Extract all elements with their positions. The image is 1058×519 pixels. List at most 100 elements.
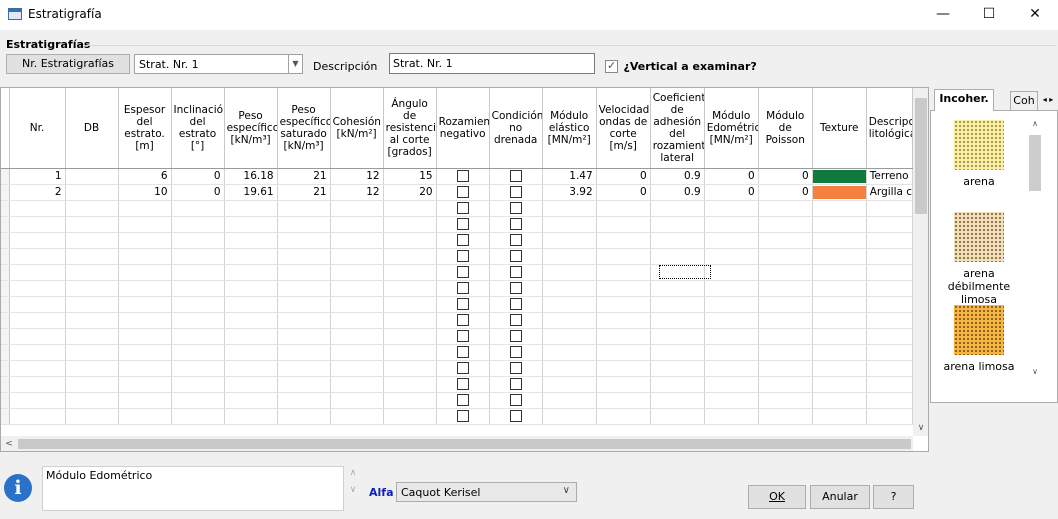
condicion-checkbox-cell[interactable]: [489, 216, 543, 233]
condicion-checkbox-cell[interactable]: [489, 168, 543, 185]
row-header[interactable]: [1, 232, 10, 249]
empty-cell[interactable]: [383, 264, 437, 281]
descripcion-input[interactable]: Strat. Nr. 1: [389, 53, 595, 74]
condicion-checkbox[interactable]: [509, 346, 522, 358]
cell-poisson[interactable]: 0: [758, 168, 813, 185]
texture-item-arena-limosa[interactable]: arena limosa: [931, 305, 1027, 373]
rozamiento-checkbox[interactable]: [456, 298, 469, 310]
empty-cell[interactable]: [866, 280, 914, 297]
empty-cell[interactable]: [596, 200, 651, 217]
table-row[interactable]: [1, 216, 914, 233]
texture-item-arena-debilmente-limosa[interactable]: arena débilmente limosa: [931, 212, 1027, 306]
empty-cell[interactable]: [171, 408, 225, 425]
focused-cell[interactable]: [659, 265, 711, 279]
cell-edometrico[interactable]: 0: [704, 184, 759, 201]
empty-cell[interactable]: [383, 376, 437, 393]
col-modulo-elastico[interactable]: Módulo elástico [MN/m²]: [542, 88, 597, 169]
empty-cell[interactable]: [171, 392, 225, 409]
empty-cell[interactable]: [171, 232, 225, 249]
empty-cell[interactable]: [171, 200, 225, 217]
empty-cell[interactable]: [758, 376, 813, 393]
empty-cell[interactable]: [704, 296, 759, 313]
empty-cell[interactable]: [65, 216, 119, 233]
empty-cell[interactable]: [277, 280, 331, 297]
empty-cell[interactable]: [118, 248, 172, 265]
condicion-checkbox[interactable]: [509, 410, 522, 422]
cell-velocidad[interactable]: 0: [596, 184, 651, 201]
empty-cell[interactable]: [9, 344, 66, 361]
empty-cell[interactable]: [704, 392, 759, 409]
condicion-checkbox[interactable]: [509, 330, 522, 342]
empty-cell[interactable]: [383, 280, 437, 297]
condicion-checkbox-cell[interactable]: [489, 248, 543, 265]
empty-cell[interactable]: [812, 408, 867, 425]
rozamiento-checkbox[interactable]: [456, 266, 469, 278]
empty-cell[interactable]: [758, 232, 813, 249]
cell-angulo[interactable]: 20: [383, 184, 437, 201]
close-button[interactable]: ✕: [1012, 0, 1058, 30]
row-header[interactable]: [1, 312, 10, 329]
empty-cell[interactable]: [758, 296, 813, 313]
table-row[interactable]: [1, 296, 914, 313]
empty-cell[interactable]: [9, 248, 66, 265]
table-row[interactable]: 2 10 0 19.61 21 12 20 3.92 0 0.9 0 0 Argilla c: [1, 184, 914, 201]
empty-cell[interactable]: [171, 280, 225, 297]
empty-cell[interactable]: [277, 248, 331, 265]
cell-modulo_elastico[interactable]: 1.47: [542, 168, 597, 185]
empty-cell[interactable]: [812, 392, 867, 409]
empty-cell[interactable]: [650, 248, 705, 265]
empty-cell[interactable]: [9, 200, 66, 217]
row-header[interactable]: [1, 328, 10, 345]
grid-horizontal-thumb[interactable]: [18, 439, 911, 449]
table-row[interactable]: [1, 264, 914, 281]
empty-cell[interactable]: [704, 232, 759, 249]
rozamiento-checkbox[interactable]: [456, 186, 469, 198]
maximize-button[interactable]: ☐: [966, 0, 1012, 30]
chevron-down-icon[interactable]: ∨: [563, 485, 570, 496]
scroll-left-icon[interactable]: <: [1, 436, 17, 451]
empty-cell[interactable]: [866, 296, 914, 313]
empty-cell[interactable]: [277, 360, 331, 377]
empty-cell[interactable]: [650, 232, 705, 249]
empty-cell[interactable]: [596, 248, 651, 265]
scroll-down-icon[interactable]: ∨: [1027, 367, 1043, 381]
cell-descripcion[interactable]: Terreno: [866, 168, 914, 185]
empty-cell[interactable]: [224, 312, 278, 329]
row-header[interactable]: [1, 344, 10, 361]
empty-cell[interactable]: [812, 376, 867, 393]
rozamiento-checkbox-cell[interactable]: [436, 264, 490, 281]
info-scroll-up-icon[interactable]: ∧: [346, 468, 360, 478]
empty-cell[interactable]: [330, 408, 384, 425]
empty-cell[interactable]: [277, 312, 331, 329]
cell-db[interactable]: [65, 168, 119, 185]
grid-horizontal-scrollbar[interactable]: <: [1, 436, 913, 451]
empty-cell[interactable]: [596, 216, 651, 233]
empty-cell[interactable]: [383, 312, 437, 329]
cell-poisson[interactable]: 0: [758, 184, 813, 201]
cell-coef[interactable]: 0.9: [650, 184, 705, 201]
empty-cell[interactable]: [65, 200, 119, 217]
empty-cell[interactable]: [118, 392, 172, 409]
empty-cell[interactable]: [65, 264, 119, 281]
cell-edometrico[interactable]: 0: [704, 168, 759, 185]
empty-cell[interactable]: [383, 296, 437, 313]
empty-cell[interactable]: [118, 264, 172, 281]
empty-cell[interactable]: [383, 328, 437, 345]
empty-cell[interactable]: [330, 376, 384, 393]
empty-cell[interactable]: [650, 296, 705, 313]
empty-cell[interactable]: [704, 344, 759, 361]
empty-cell[interactable]: [9, 264, 66, 281]
empty-cell[interactable]: [171, 328, 225, 345]
empty-cell[interactable]: [866, 328, 914, 345]
vertical-checkbox[interactable]: [605, 59, 618, 73]
row-header[interactable]: [1, 184, 10, 201]
rozamiento-checkbox[interactable]: [456, 378, 469, 390]
empty-cell[interactable]: [596, 344, 651, 361]
empty-cell[interactable]: [383, 232, 437, 249]
condicion-checkbox[interactable]: [509, 250, 522, 262]
empty-cell[interactable]: [383, 344, 437, 361]
condicion-checkbox-cell[interactable]: [489, 200, 543, 217]
empty-cell[interactable]: [9, 376, 66, 393]
empty-cell[interactable]: [812, 232, 867, 249]
texture-cell[interactable]: [812, 168, 867, 185]
